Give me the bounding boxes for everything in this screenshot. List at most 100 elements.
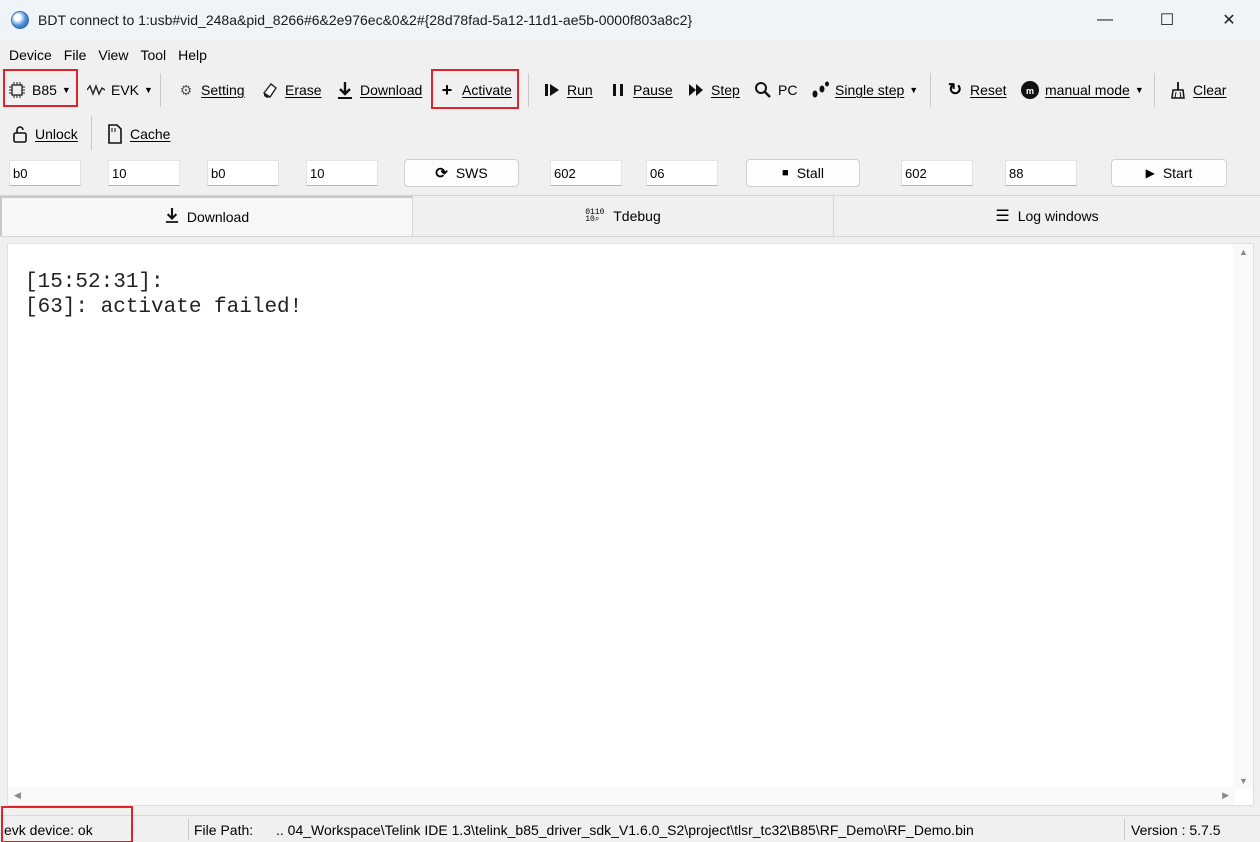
unlock-label: Unlock [35, 126, 78, 142]
menu-help[interactable]: Help [172, 47, 213, 63]
erase-label: Erase [285, 82, 322, 98]
run-label: Run [567, 82, 593, 98]
start-label: Start [1162, 165, 1193, 181]
stall-button[interactable]: ■ Stall [746, 159, 860, 187]
address-input-3[interactable] [550, 160, 622, 186]
play-icon: ▶ [1145, 166, 1155, 180]
scroll-left-icon[interactable]: ◀ [14, 790, 21, 801]
address-input-1[interactable] [9, 160, 81, 186]
title-bar: BDT connect to 1:usb#vid_248a&pid_8266#6… [0, 0, 1260, 40]
toolbar-separator [91, 116, 92, 150]
status-bar: evk device: ok File Path: .. 04_Workspac… [0, 806, 1260, 842]
toolbar-separator [160, 73, 161, 107]
sws-label: SWS [455, 165, 488, 181]
pc-label: PC [778, 82, 798, 98]
app-globe-icon [11, 11, 29, 29]
clear-button[interactable]: Clear [1168, 70, 1226, 110]
scroll-right-icon[interactable]: ▶ [1222, 790, 1229, 801]
horizontal-scrollbar[interactable]: ◀ ▶ [8, 787, 1235, 805]
vertical-scrollbar[interactable]: ▲ ▼ [1233, 244, 1253, 789]
log-output-area[interactable]: [15:52:31]: [63]: activate failed! ▲ ▼ ◀… [7, 243, 1254, 806]
clear-label: Clear [1193, 82, 1227, 98]
refresh-icon: ↻ [947, 80, 963, 99]
tab-log-windows-label: Log windows [1017, 208, 1099, 224]
mode-circle-icon: m [1020, 80, 1040, 100]
minimize-button[interactable]: — [1074, 0, 1136, 40]
start-button[interactable]: ▶ Start [1111, 159, 1227, 187]
step-button[interactable]: Step [686, 70, 740, 110]
download-button[interactable]: Download [335, 70, 422, 110]
gear-icon: ⚙ [179, 81, 193, 98]
address-input-4[interactable] [901, 160, 973, 186]
sws-button[interactable]: ⟳ SWS [404, 159, 519, 187]
tab-log-windows[interactable]: ☰ Log windows [834, 196, 1260, 236]
toolbar-separator [930, 73, 931, 107]
pause-button[interactable]: Pause [608, 70, 673, 110]
stop-square-icon: ■ [782, 167, 789, 179]
setting-label: Setting [201, 82, 245, 98]
step-label: Step [711, 82, 740, 98]
cache-button[interactable]: Cache [105, 114, 170, 154]
manual-mode-dropdown[interactable]: m manual mode ▼ [1020, 70, 1144, 110]
chevron-down-icon: ▼ [1134, 85, 1144, 95]
waveform-icon [86, 80, 106, 100]
menu-device[interactable]: Device [3, 47, 58, 63]
search-icon [753, 80, 773, 100]
tab-tdebug[interactable]: 0110 10⌕ Tdebug [413, 196, 834, 236]
sd-card-icon [105, 124, 125, 144]
value-input-1[interactable] [108, 160, 180, 186]
setting-button[interactable]: ⚙ Setting [176, 70, 245, 110]
status-separator [188, 819, 189, 840]
menu-file[interactable]: File [58, 47, 93, 63]
fast-forward-icon [686, 80, 706, 100]
stall-label: Stall [796, 165, 824, 181]
toolbar-separator [528, 73, 529, 107]
chevron-down-icon: ▼ [909, 85, 919, 95]
run-icon [542, 80, 562, 100]
status-separator [1124, 819, 1125, 840]
menu-bar: Device File View Tool Help [0, 42, 213, 68]
address-input-2[interactable] [207, 160, 279, 186]
eraser-icon [260, 80, 280, 100]
version-label: Version : 5.7.5 [1131, 821, 1221, 838]
close-button[interactable]: ✕ [1198, 0, 1260, 40]
download-arrow-icon [335, 80, 355, 100]
tab-tdebug-label: Tdebug [613, 208, 661, 224]
value-input-3[interactable] [646, 160, 718, 186]
value-input-4[interactable] [1005, 160, 1077, 186]
sync-icon: ⟳ [435, 165, 448, 182]
reset-button[interactable]: ↻ Reset [945, 70, 1007, 110]
log-text: [15:52:31]: [63]: activate failed! [25, 271, 303, 319]
main-toolbar: B85 ▼ EVK ▼ ⚙ Setting Erase Download + A… [0, 69, 1260, 112]
single-step-dropdown[interactable]: Single step ▼ [810, 70, 918, 110]
tab-download[interactable]: Download [0, 196, 413, 236]
erase-button[interactable]: Erase [260, 70, 322, 110]
svg-text:m: m [1026, 86, 1034, 96]
footsteps-icon [810, 80, 830, 100]
toolbar-separator [1154, 73, 1155, 107]
file-path-value: .. 04_Workspace\Telink IDE 1.3\telink_b8… [276, 821, 974, 838]
download-arrow-icon [165, 207, 179, 227]
highlight-box-status [1, 806, 133, 842]
scroll-down-icon[interactable]: ▼ [1239, 776, 1248, 786]
highlight-box-activate [431, 69, 519, 109]
single-step-label: Single step [835, 82, 905, 98]
evk-dropdown[interactable]: EVK ▼ [86, 70, 153, 110]
run-button[interactable]: Run [542, 70, 593, 110]
pc-button[interactable]: PC [753, 70, 797, 110]
window-controls: — ☐ ✕ [1074, 0, 1260, 40]
value-input-2[interactable] [306, 160, 378, 186]
menu-view[interactable]: View [92, 47, 134, 63]
scroll-up-icon[interactable]: ▲ [1239, 247, 1248, 257]
broom-icon [1168, 80, 1188, 100]
download-label: Download [360, 82, 423, 98]
unlock-icon [10, 124, 30, 144]
tab-download-label: Download [186, 209, 250, 225]
maximize-button[interactable]: ☐ [1136, 0, 1198, 40]
register-input-row: ⟳ SWS ■ Stall ▶ Start [0, 156, 1260, 192]
unlock-button[interactable]: Unlock [10, 114, 78, 154]
menu-tool[interactable]: Tool [134, 47, 172, 63]
reset-label: Reset [970, 82, 1007, 98]
evk-label: EVK [111, 82, 140, 98]
file-path-label: File Path: [194, 821, 254, 838]
